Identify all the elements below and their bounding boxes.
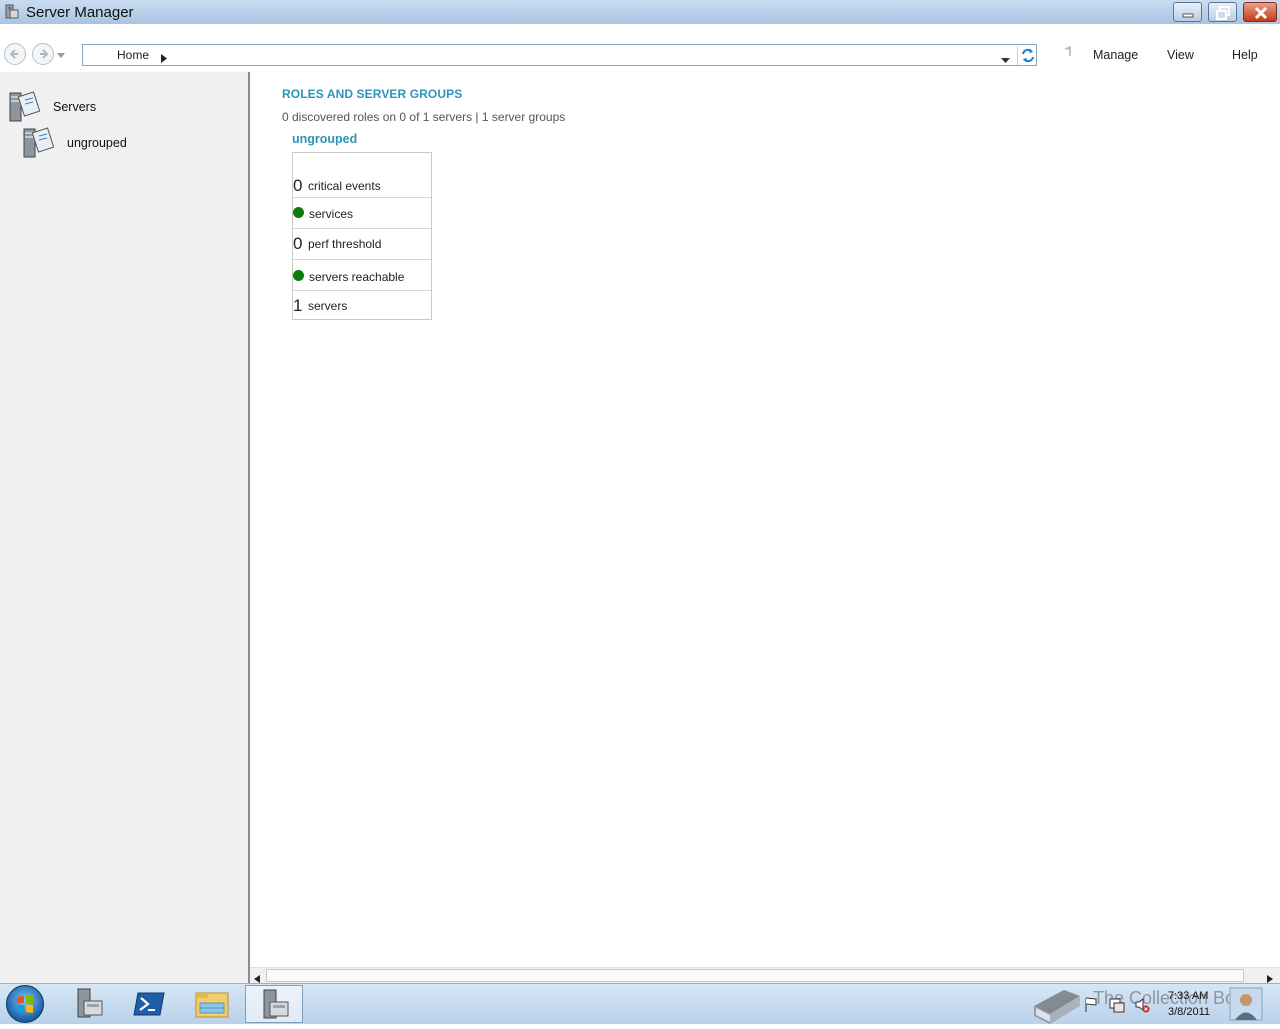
address-bar[interactable]: Home: [82, 44, 1037, 66]
history-dropdown-icon[interactable]: [57, 48, 65, 62]
start-button[interactable]: [6, 985, 44, 1023]
speaker-muted-icon: [1135, 998, 1150, 1013]
breadcrumb-arrow-icon[interactable]: [161, 52, 167, 66]
server-manager-app-icon: [4, 4, 20, 23]
back-button[interactable]: [4, 43, 26, 65]
scrollbar-thumb[interactable]: [266, 969, 1244, 982]
menu-manage[interactable]: Manage: [1093, 48, 1138, 62]
system-tray: [1082, 994, 1152, 1017]
tile-count: 0: [293, 176, 303, 195]
sidebar-item-servers[interactable]: Servers: [8, 90, 208, 124]
main-content: ROLES AND SERVER GROUPS 0 discovered rol…: [250, 72, 1280, 968]
breadcrumb-home[interactable]: Home: [117, 48, 149, 62]
group-title-link[interactable]: ungrouped: [292, 132, 357, 146]
address-dropdown-icon[interactable]: [1001, 53, 1010, 67]
action-center-flag-icon: [1085, 997, 1097, 1012]
watermark-book-icon: [1030, 976, 1086, 1029]
tile-label: servers: [308, 299, 348, 313]
user-avatar-icon[interactable]: [1228, 985, 1264, 1023]
section-title: ROLES AND SERVER GROUPS: [282, 87, 463, 101]
toolbar: Home Manage View Help: [0, 24, 1280, 72]
clock-date[interactable]: 3/8/2011: [1168, 1006, 1210, 1018]
tile-label: services: [309, 207, 354, 221]
sidebar-item-ungrouped[interactable]: ungrouped: [22, 126, 222, 160]
forward-button[interactable]: [32, 43, 54, 65]
title-bar[interactable]: Server Manager: [0, 0, 1280, 24]
tile-label: servers reachable: [309, 270, 405, 284]
sidebar-item-label: Servers: [53, 100, 97, 114]
tile-label: critical events: [308, 179, 381, 193]
server-group-icon: [8, 90, 41, 127]
restore-button[interactable]: [1208, 2, 1237, 22]
server-group-tile: 0 critical events services 0 perf thresh…: [292, 152, 432, 320]
menu-view[interactable]: View: [1167, 48, 1194, 62]
tile-row-services[interactable]: services: [293, 198, 431, 229]
sidebar: Servers ungrouped: [0, 72, 250, 983]
tile-row-perf-threshold[interactable]: 0 perf threshold: [293, 229, 431, 260]
menu-help[interactable]: Help: [1232, 48, 1258, 62]
roles-summary: 0 discovered roles on 0 of 1 servers | 1…: [282, 110, 566, 124]
status-ok-icon: [293, 270, 304, 281]
tile-row-critical-events[interactable]: 0 critical events: [293, 153, 431, 198]
taskbar-server-manager-active-icon[interactable]: [245, 985, 303, 1023]
notifications-flag-icon[interactable]: [1061, 44, 1073, 61]
taskbar-explorer-icon[interactable]: [183, 985, 241, 1023]
taskbar-powershell-icon[interactable]: [121, 985, 179, 1023]
window-title: Server Manager: [26, 4, 134, 21]
taskbar-server-manager-icon[interactable]: [60, 985, 118, 1023]
tile-row-servers[interactable]: 1 servers: [293, 291, 431, 319]
minimize-button[interactable]: [1173, 2, 1202, 22]
taskbar: The Collection Book 7:33 AM 3/8/2011: [0, 983, 1280, 1024]
refresh-button[interactable]: [1017, 46, 1038, 65]
sidebar-item-label: ungrouped: [67, 136, 127, 150]
horizontal-scrollbar[interactable]: [250, 967, 1280, 984]
close-button[interactable]: [1243, 2, 1277, 22]
tile-count: 1: [293, 296, 303, 315]
clock-time[interactable]: 7:33 AM: [1168, 990, 1208, 1002]
status-ok-icon: [293, 207, 304, 218]
tile-row-servers-reachable[interactable]: servers reachable: [293, 260, 431, 291]
server-group-icon: [22, 126, 55, 163]
tile-count: 0: [293, 234, 303, 253]
tile-label: perf threshold: [308, 237, 382, 251]
network-icon: [1109, 998, 1125, 1013]
